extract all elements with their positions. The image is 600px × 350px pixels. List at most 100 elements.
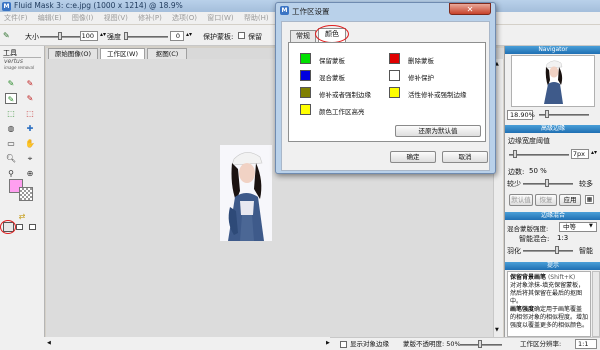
- apply-button[interactable]: 应用: [559, 194, 581, 206]
- highlight-circle: [315, 25, 349, 43]
- blend-select-chevron-icon[interactable]: ▼: [589, 223, 593, 229]
- edge-degree-thumb[interactable]: [545, 179, 549, 187]
- workspace-settings-dialog: M 工作区设置 ✕ 常规 颜色 保留蒙板 删除蒙板 混合蒙板 修补保护 修补或者…: [275, 2, 496, 174]
- edge-header[interactable]: 高级边缘: [505, 125, 600, 133]
- opacity-slider-thumb[interactable]: [478, 340, 482, 348]
- magic-wand-icon[interactable]: ⚲: [5, 168, 17, 179]
- menu-image[interactable]: 图像(I): [68, 12, 98, 24]
- tips-heading: 保留背景画笔: [510, 274, 547, 281]
- smart-blend-value: 1:3: [557, 234, 569, 242]
- menu-edit[interactable]: 编辑(E): [34, 12, 66, 24]
- menu-patch[interactable]: 修补(P): [134, 12, 166, 24]
- close-icon[interactable]: ✕: [449, 3, 491, 15]
- blend-slider[interactable]: [523, 250, 573, 252]
- edge-options-icon[interactable]: ▦: [585, 195, 594, 204]
- strength-slider-thumb[interactable]: [124, 32, 128, 40]
- more-label: 较多: [579, 180, 593, 188]
- tips-heading-2: 画笔强度: [510, 306, 535, 313]
- right-panel: Navigator 18.90% 高级边缘 边缘宽度阈值 7px ▴▾ 边数: …: [504, 46, 600, 337]
- blend-brush-icon[interactable]: ◍: [5, 123, 17, 134]
- tips-header[interactable]: 提示: [505, 262, 600, 270]
- highlight-color-swatch[interactable]: [300, 104, 311, 115]
- menu-view[interactable]: 视图(V): [100, 12, 132, 24]
- keep-mask-color-swatch[interactable]: [300, 53, 311, 64]
- tab-original-image[interactable]: 原始图像(O): [48, 48, 98, 59]
- magnify-icon[interactable]: ⊕: [24, 168, 36, 179]
- delete-brush-icon[interactable]: ✎: [24, 78, 36, 89]
- tab-cutout[interactable]: 抠图(C): [147, 48, 187, 59]
- keep-brush-icon[interactable]: ✎: [5, 78, 17, 89]
- blend-slider-thumb[interactable]: [555, 246, 559, 254]
- navigator-header[interactable]: Navigator: [505, 46, 600, 54]
- background-transparency-swatch[interactable]: [19, 187, 33, 201]
- tips-scrollbar[interactable]: [592, 271, 600, 337]
- active-patch-color-swatch[interactable]: [389, 87, 400, 98]
- eraser-icon[interactable]: ▭: [5, 138, 17, 149]
- delete-fill-icon[interactable]: ⬚: [24, 108, 36, 119]
- show-edges-label: 显示对象边缘: [350, 340, 389, 348]
- colors-tab-panel: 保留蒙板 删除蒙板 混合蒙板 修补保护 修补或者强制边缘 活性修补或强制边缘 颜…: [288, 42, 486, 142]
- size-input[interactable]: 100: [80, 31, 98, 41]
- menu-file[interactable]: 文件(F): [0, 12, 32, 24]
- tab-workspace[interactable]: 工作区(W): [100, 48, 145, 59]
- zoom-input[interactable]: 18.90%: [507, 110, 535, 120]
- brush-icon: ✎: [3, 31, 10, 40]
- blend-header[interactable]: 边缘混合: [505, 212, 600, 220]
- strength-label: 强度: [107, 33, 121, 41]
- keep-checkbox[interactable]: [238, 32, 245, 39]
- patch-edge-color-swatch[interactable]: [300, 87, 311, 98]
- ok-button[interactable]: 确定: [390, 151, 436, 163]
- view-mode-2-icon[interactable]: [16, 224, 23, 230]
- blend-mask-color-swatch[interactable]: [300, 70, 311, 81]
- menu-options[interactable]: 选项(O): [168, 12, 201, 24]
- zoom-icon[interactable]: 🔍︎: [5, 153, 17, 164]
- resolution-select[interactable]: 1:1: [575, 339, 597, 349]
- size-spin-icon[interactable]: ▴▾: [100, 31, 106, 38]
- edge-width-input[interactable]: 7px: [571, 149, 589, 159]
- delete-mask-label: 删除蒙板: [408, 57, 434, 65]
- view-mode-3-icon[interactable]: [29, 224, 36, 230]
- strength-slider[interactable]: [124, 36, 168, 38]
- patch-icon[interactable]: ✚: [24, 123, 36, 134]
- size-slider-thumb[interactable]: [58, 32, 62, 40]
- delete-mask-color-swatch[interactable]: [389, 53, 400, 64]
- hand-icon[interactable]: ✋: [24, 138, 36, 149]
- feather-label: 羽化: [507, 247, 521, 255]
- cancel-button[interactable]: 取消: [442, 151, 488, 163]
- menu-help[interactable]: 帮助(H): [240, 12, 273, 24]
- dialog-title: 工作区设置: [292, 7, 330, 16]
- strength-input[interactable]: 0: [170, 31, 184, 41]
- portrait-image: [220, 145, 272, 241]
- patch-edge-label: 修补或者强制边缘: [319, 91, 371, 99]
- resolution-label: 工作区分辨率:: [520, 340, 562, 348]
- eyedropper-icon[interactable]: ⌖: [24, 153, 36, 164]
- edge-width-slider[interactable]: [509, 154, 569, 156]
- highlight-color-label: 颜色工作区高亮: [319, 108, 365, 116]
- menu-window[interactable]: 窗口(W): [203, 12, 237, 24]
- patch-protect-color-swatch[interactable]: [389, 70, 400, 81]
- app-icon[interactable]: M: [2, 2, 11, 11]
- window-title: Fluid Mask 3: c:e.jpg (1000 x 1214) @ 18…: [14, 1, 183, 10]
- photo-thumbnail: [220, 145, 272, 241]
- zoom-slider-thumb[interactable]: [545, 110, 549, 118]
- strength-spin-icon[interactable]: ▴▾: [186, 31, 192, 38]
- default-button[interactable]: 默认值: [509, 194, 533, 206]
- delete-local-brush-icon[interactable]: ✎: [24, 93, 36, 104]
- swap-icon[interactable]: ⇄: [16, 211, 28, 222]
- keep-local-brush-icon[interactable]: ✎: [5, 93, 17, 104]
- scroll-down-icon[interactable]: ▼: [495, 327, 499, 333]
- vertus-logo: vertus image removal: [4, 58, 35, 71]
- edge-width-thumb[interactable]: [513, 150, 517, 158]
- navigator-view[interactable]: [511, 55, 595, 107]
- edge-width-spin-icon[interactable]: ▴▾: [591, 149, 597, 156]
- less-label: 较少: [507, 180, 521, 188]
- restore-button[interactable]: 恢复: [535, 194, 557, 206]
- keep-fill-icon[interactable]: ⬚: [5, 108, 17, 119]
- mask-opacity-label: 蒙版不透明度: 50%: [403, 340, 461, 348]
- blend-mask-label: 混合蒙板: [319, 74, 345, 82]
- scroll-left-icon[interactable]: ◀: [47, 340, 51, 346]
- tab-general[interactable]: 常规: [290, 30, 316, 42]
- reset-default-button[interactable]: 还原为默认值: [395, 125, 481, 137]
- navigator-thumbnail: [544, 60, 563, 104]
- show-edges-checkbox[interactable]: [340, 341, 347, 348]
